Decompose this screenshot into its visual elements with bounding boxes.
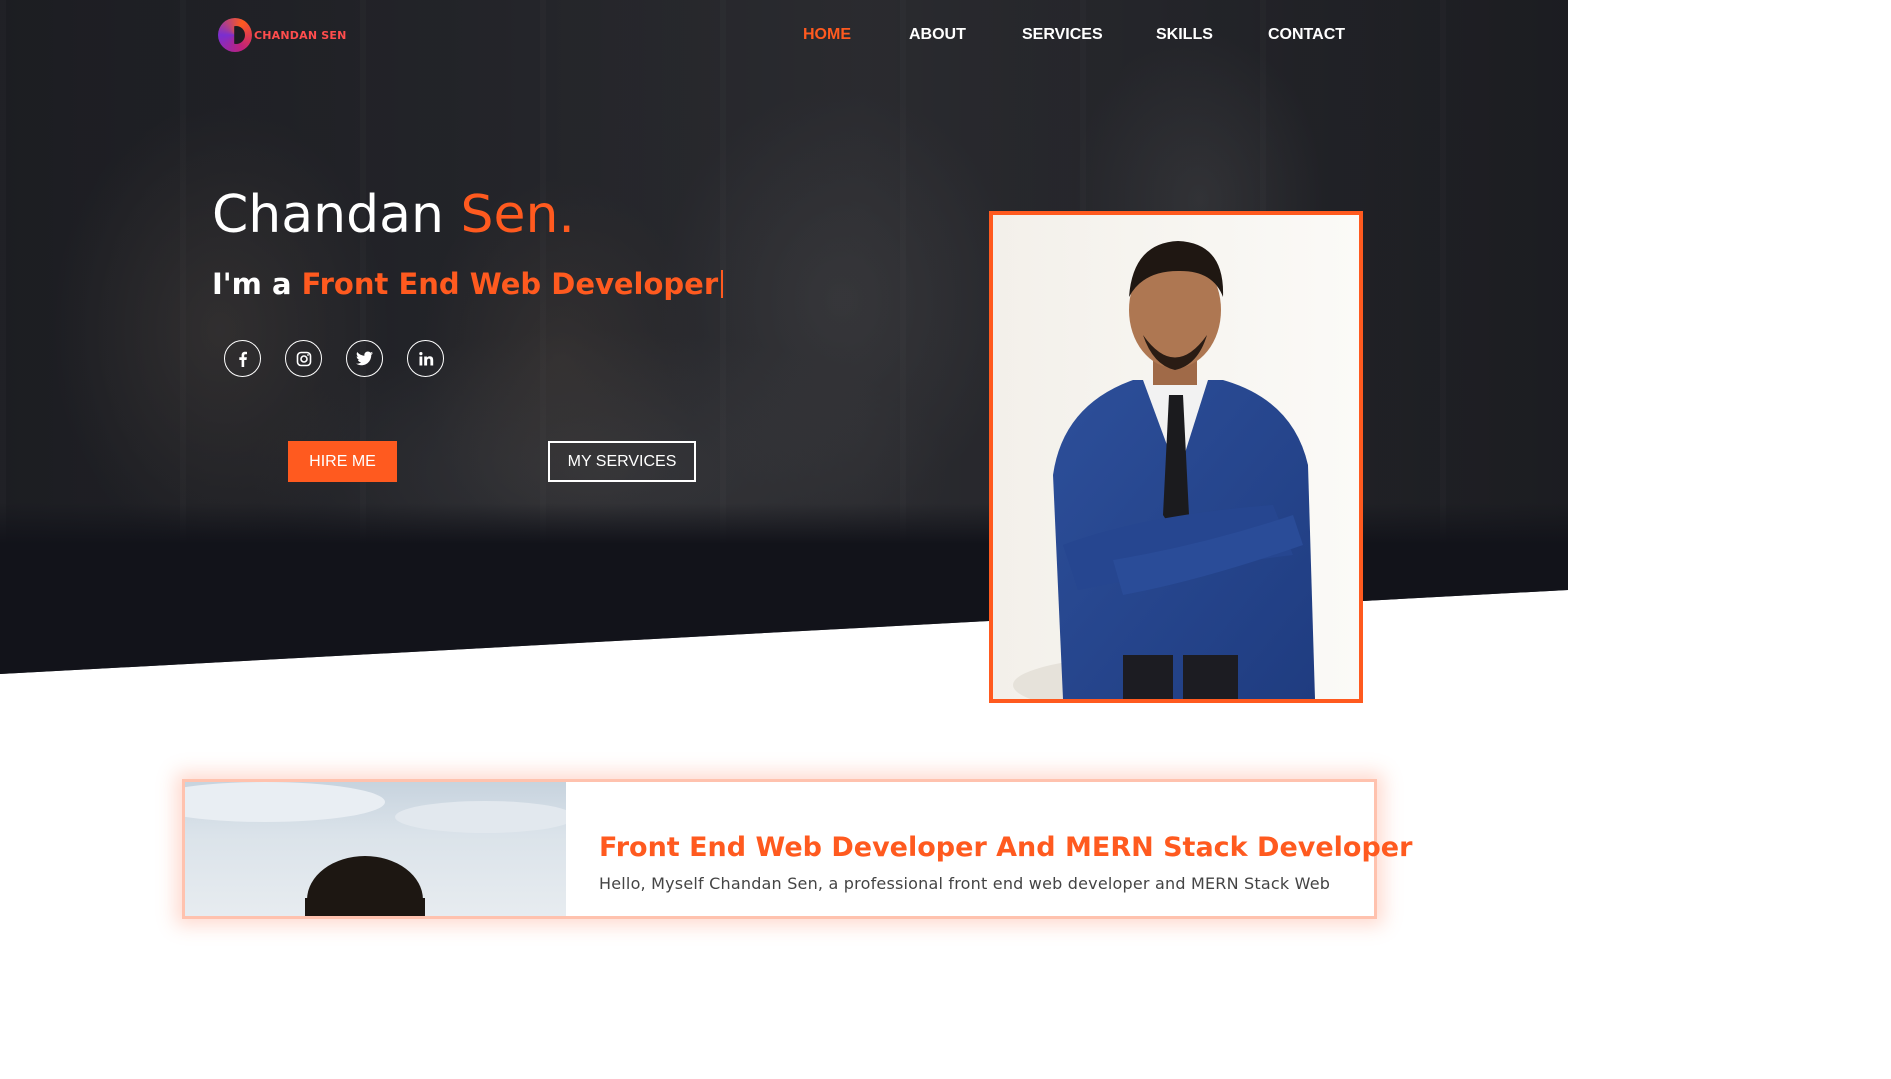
profile-photo <box>989 211 1363 703</box>
nav-skills[interactable]: SKILLS <box>1156 26 1213 44</box>
logo-text: CHANDAN SEN <box>254 28 347 42</box>
typing-cursor <box>721 270 724 298</box>
person-portrait-image <box>993 215 1359 699</box>
logo-icon <box>218 18 252 52</box>
about-card: Front End Web Developer And MERN Stack D… <box>182 779 1412 919</box>
twitter-link[interactable] <box>346 340 383 377</box>
instagram-icon <box>296 351 311 366</box>
hero-name: Chandan Sen. <box>212 185 575 245</box>
about-description: Hello, Myself Chandan Sen, a professiona… <box>599 874 1331 893</box>
hire-me-button[interactable]: HIRE ME <box>288 441 397 482</box>
nav-contact[interactable]: CONTACT <box>1268 26 1345 44</box>
about-photo <box>185 782 566 916</box>
nav-services[interactable]: SERVICES <box>1022 26 1103 44</box>
my-services-button[interactable]: MY SERVICES <box>548 441 696 482</box>
site-logo[interactable]: CHANDAN SEN <box>218 18 347 52</box>
person-photo-image <box>185 782 566 916</box>
nav-home[interactable]: HOME <box>803 26 851 44</box>
hero-last-name: Sen. <box>460 185 575 245</box>
twitter-icon <box>356 351 373 366</box>
instagram-link[interactable] <box>285 340 322 377</box>
linkedin-icon <box>418 351 433 365</box>
hero-role-text: Front End Web Developer <box>301 267 719 301</box>
nav-about[interactable]: ABOUT <box>909 26 966 44</box>
about-heading: Front End Web Developer And MERN Stack D… <box>599 832 1413 863</box>
facebook-link[interactable] <box>224 340 261 377</box>
linkedin-link[interactable] <box>407 340 444 377</box>
hero-role: I'm a Front End Web Developer <box>212 267 724 301</box>
facebook-icon <box>238 351 247 367</box>
hero-role-prefix: I'm a <box>212 267 292 301</box>
hero-first-name: Chandan <box>212 185 444 245</box>
